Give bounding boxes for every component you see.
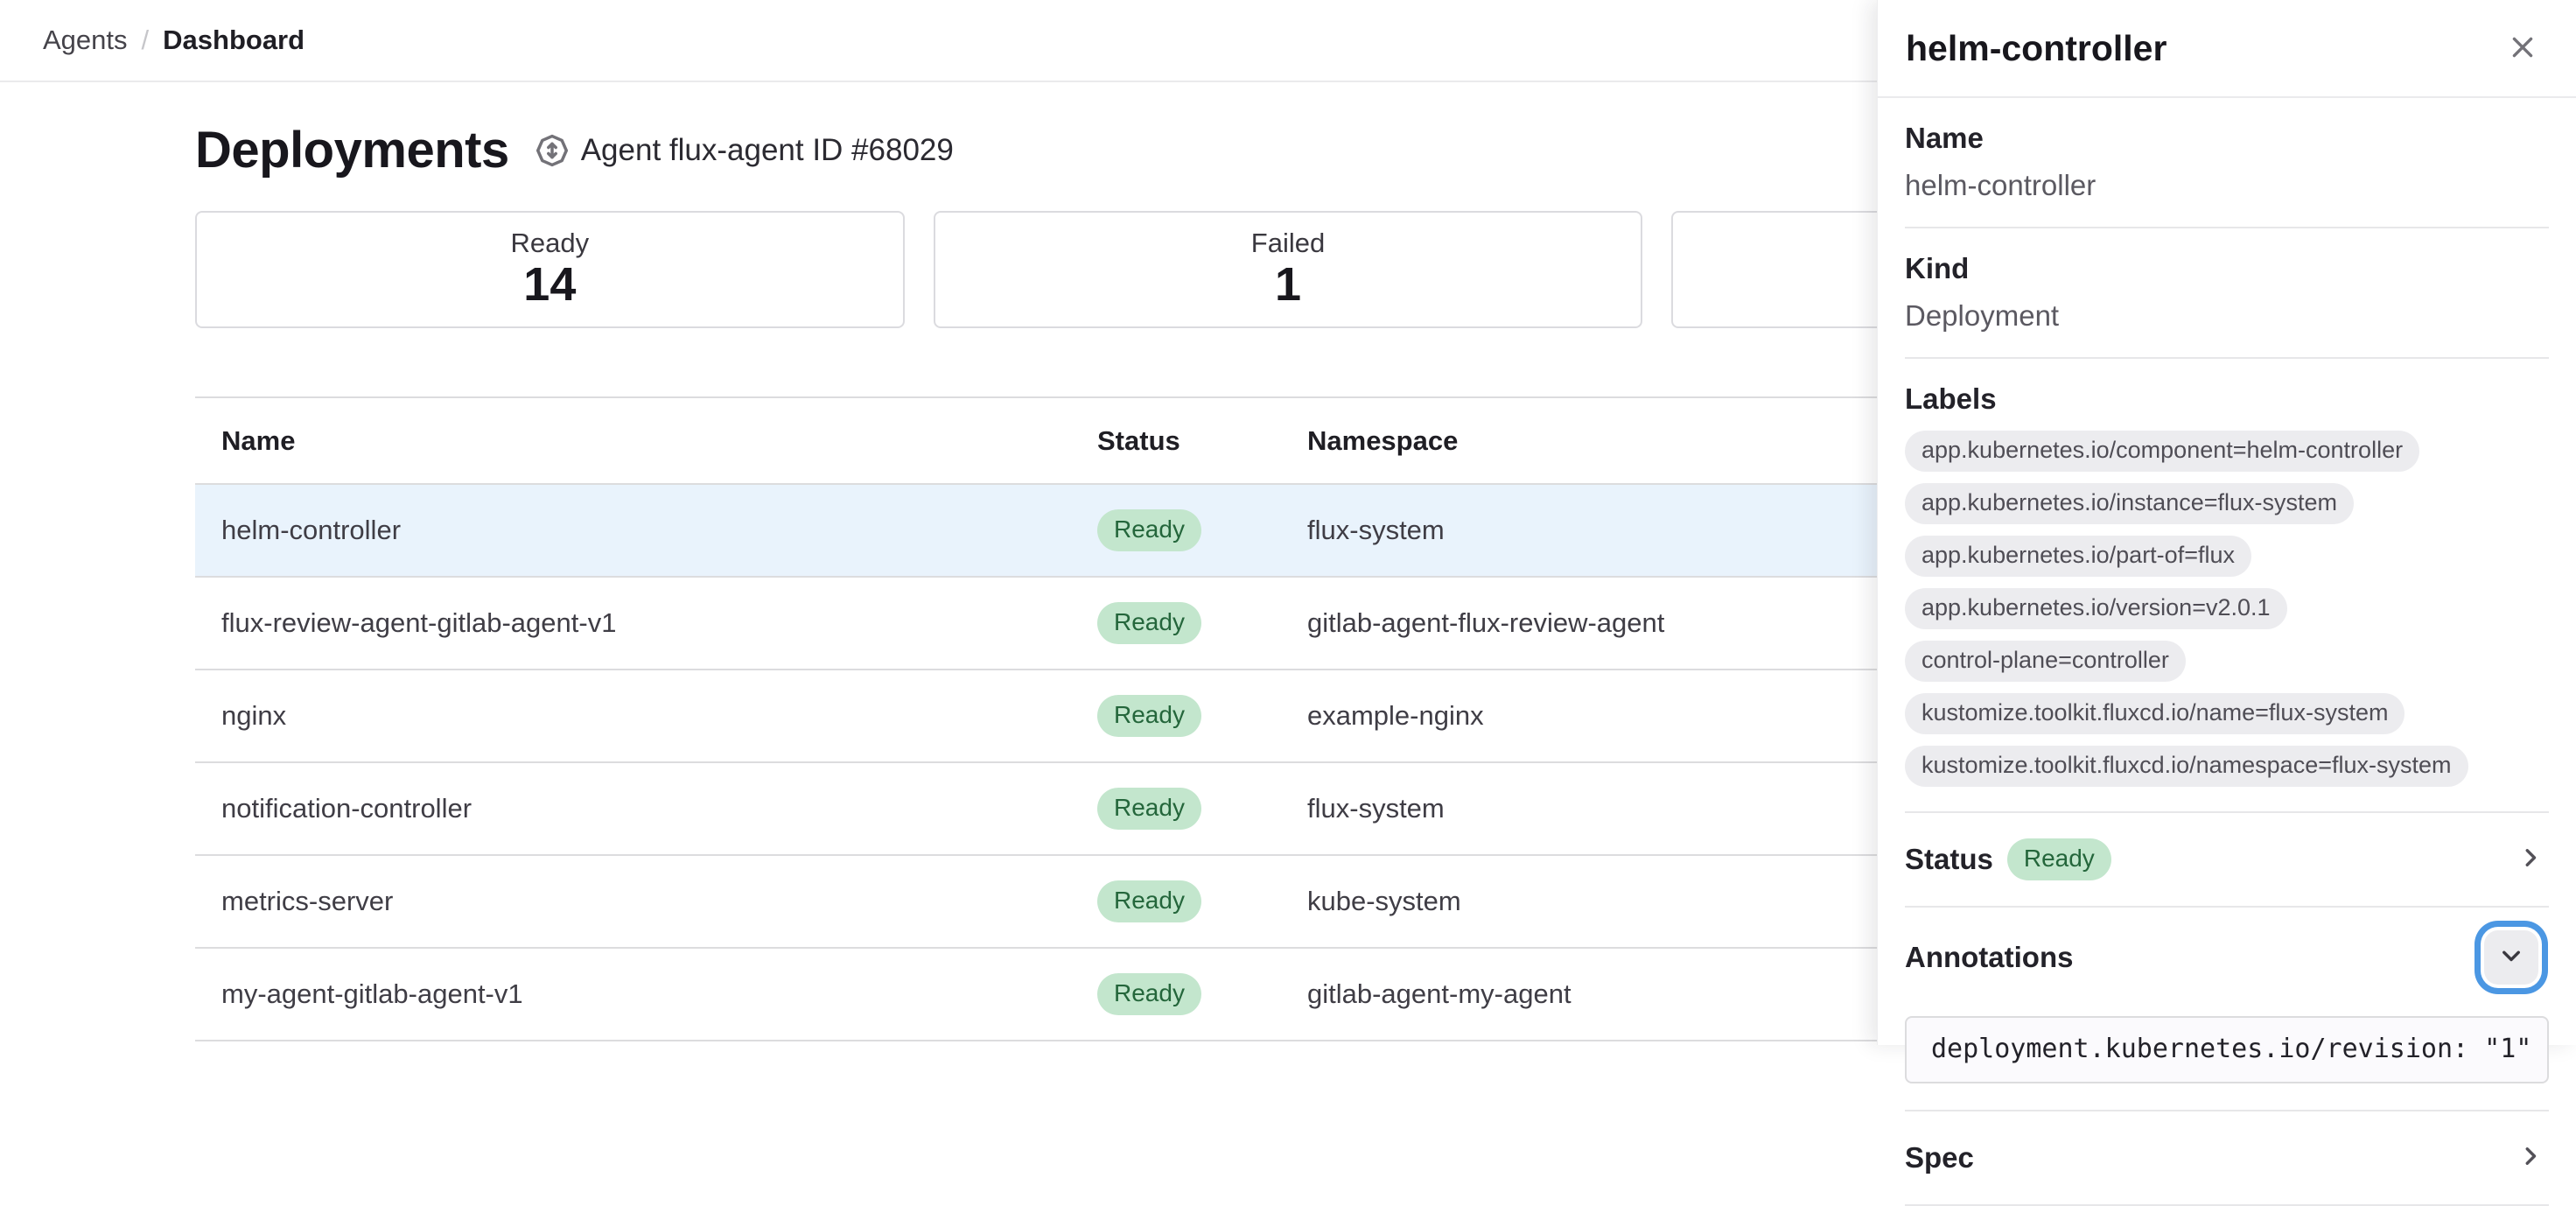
drawer-body: Name helm-controller Kind Deployment Lab… bbox=[1878, 98, 2576, 1206]
section-kind: Kind Deployment bbox=[1905, 228, 2549, 359]
status-badge: Ready bbox=[1097, 602, 1201, 644]
label-chip: control-plane=controller bbox=[1905, 641, 2186, 682]
breadcrumb-separator: / bbox=[142, 25, 150, 56]
label-chip: app.kubernetes.io/part-of=flux bbox=[1905, 536, 2251, 577]
spec-expand-button[interactable] bbox=[2512, 1138, 2549, 1177]
summary-card-value: 14 bbox=[523, 259, 576, 311]
section-labels: Labels app.kubernetes.io/component=helm-… bbox=[1905, 359, 2549, 813]
section-annotations: Annotations deployment.kubernetes.io/rev… bbox=[1905, 908, 2549, 1111]
chevron-right-icon bbox=[2517, 1143, 2544, 1172]
summary-card: Ready 14 bbox=[195, 211, 905, 328]
section-name: Name helm-controller bbox=[1905, 98, 2549, 228]
section-kind-value: Deployment bbox=[1905, 298, 2549, 333]
section-annotations-heading: Annotations bbox=[1905, 940, 2073, 975]
label-chip: kustomize.toolkit.fluxcd.io/name=flux-sy… bbox=[1905, 693, 2404, 734]
column-header-name: Name bbox=[195, 425, 1097, 457]
drawer-header: helm-controller bbox=[1878, 0, 2576, 98]
cell-name: helm-controller bbox=[195, 515, 1097, 546]
cell-status: Ready bbox=[1097, 695, 1307, 737]
cell-name: nginx bbox=[195, 700, 1097, 732]
label-chip: kustomize.toolkit.fluxcd.io/namespace=fl… bbox=[1905, 746, 2468, 787]
close-icon bbox=[2508, 32, 2538, 65]
drawer-title: helm-controller bbox=[1906, 28, 2166, 69]
cell-status: Ready bbox=[1097, 880, 1307, 922]
section-kind-heading: Kind bbox=[1905, 251, 2549, 286]
detail-drawer: helm-controller Name helm-controller Kin… bbox=[1877, 0, 2576, 1045]
cell-status: Ready bbox=[1097, 973, 1307, 1015]
cell-name: my-agent-gitlab-agent-v1 bbox=[195, 978, 1097, 1010]
cell-name: flux-review-agent-gitlab-agent-v1 bbox=[195, 607, 1097, 639]
label-chip: app.kubernetes.io/component=helm-control… bbox=[1905, 431, 2419, 472]
status-badge: Ready bbox=[1097, 509, 1201, 551]
breadcrumb-agents[interactable]: Agents bbox=[43, 25, 128, 56]
summary-card-label: Ready bbox=[511, 228, 590, 259]
agent-icon bbox=[534, 132, 570, 169]
status-badge: Ready bbox=[1097, 695, 1201, 737]
close-button[interactable] bbox=[2502, 27, 2543, 70]
section-labels-heading: Labels bbox=[1905, 382, 2549, 417]
summary-card: Failed 1 bbox=[934, 211, 1643, 328]
summary-card-value: 1 bbox=[1275, 259, 1301, 311]
cell-status: Ready bbox=[1097, 788, 1307, 830]
section-status: Status Ready bbox=[1905, 813, 2549, 908]
breadcrumb-dashboard[interactable]: Dashboard bbox=[163, 25, 304, 56]
status-badge: Ready bbox=[1097, 973, 1201, 1015]
agent-info: Agent flux-agent ID #68029 bbox=[534, 132, 954, 169]
cell-name: metrics-server bbox=[195, 886, 1097, 917]
status-badge: Ready bbox=[1097, 788, 1201, 830]
label-chip: app.kubernetes.io/version=v2.0.1 bbox=[1905, 588, 2287, 629]
chevron-down-icon bbox=[2498, 943, 2524, 971]
status-expand-button[interactable] bbox=[2512, 839, 2549, 879]
cell-status: Ready bbox=[1097, 602, 1307, 644]
page-title: Deployments bbox=[195, 121, 509, 179]
section-spec-heading: Spec bbox=[1905, 1140, 1974, 1175]
status-badge: Ready bbox=[1097, 880, 1201, 922]
deployments-page: Agents / Dashboard Deployments Agent flu… bbox=[0, 0, 2576, 1045]
agent-label: Agent flux-agent ID #68029 bbox=[581, 133, 954, 168]
label-chip: app.kubernetes.io/instance=flux-system bbox=[1905, 483, 2354, 524]
cell-name: notification-controller bbox=[195, 793, 1097, 824]
annotations-code-block: deployment.kubernetes.io/revision: "1" bbox=[1905, 1016, 2549, 1083]
cell-status: Ready bbox=[1097, 509, 1307, 551]
drawer-status-badge: Ready bbox=[2007, 838, 2111, 880]
section-spec: Spec bbox=[1905, 1111, 2549, 1206]
section-name-heading: Name bbox=[1905, 121, 2549, 156]
summary-card-label: Failed bbox=[1251, 228, 1325, 259]
chevron-right-icon bbox=[2517, 845, 2544, 873]
section-status-heading: Status bbox=[1905, 842, 1993, 877]
column-header-status: Status bbox=[1097, 425, 1307, 457]
annotations-collapse-button[interactable] bbox=[2484, 930, 2538, 985]
section-name-value: helm-controller bbox=[1905, 168, 2549, 203]
labels-chip-list: app.kubernetes.io/component=helm-control… bbox=[1905, 431, 2549, 787]
